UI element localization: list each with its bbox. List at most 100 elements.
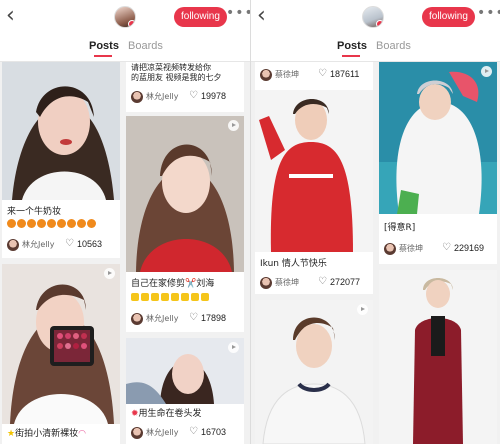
emoji-row xyxy=(7,219,117,231)
like-count: 16703 xyxy=(201,427,227,437)
post-meta: 蔡徐坤 ♡ 229169 xyxy=(384,242,494,256)
tab-posts[interactable]: Posts xyxy=(337,40,367,52)
play-icon[interactable] xyxy=(228,120,239,131)
star-emoji-icon xyxy=(171,293,179,301)
post-card[interactable]: [得意R] 蔡徐坤 ♡ 229169 xyxy=(379,62,497,264)
more-icon[interactable]: ••• xyxy=(226,5,250,21)
avatar[interactable] xyxy=(131,427,143,439)
like-count: 17898 xyxy=(201,313,227,323)
tab-boards[interactable]: Boards xyxy=(376,40,411,52)
post-meta: 蔡徐坤 ♡ 187611 xyxy=(260,68,370,82)
heart-icon[interactable]: ♡ xyxy=(189,426,198,437)
like-count: 272077 xyxy=(330,277,361,287)
post-caption: Ikun 情人节快乐 xyxy=(260,259,327,269)
like-count: 229169 xyxy=(454,243,485,253)
post-image xyxy=(126,338,244,404)
like-count: 19978 xyxy=(201,91,227,101)
orange-emoji-icon xyxy=(7,219,16,228)
username[interactable]: 林允Jelly xyxy=(146,313,178,324)
post-caption: ★街拍小清新裸妆◠ xyxy=(7,429,86,439)
post-image xyxy=(379,270,497,444)
post-image xyxy=(126,116,244,272)
post-meta: 林允Jelly ♡ 10563 xyxy=(7,238,117,252)
post-card[interactable] xyxy=(255,300,373,444)
username[interactable]: 林允Jelly xyxy=(146,427,178,438)
like-count: 10563 xyxy=(77,239,103,249)
avatar[interactable] xyxy=(362,6,384,28)
post-caption: [得意R] xyxy=(384,223,416,233)
orange-emoji-icon xyxy=(87,219,96,228)
post-card[interactable]: 来一个牛奶妆 林允Jelly ♡ 10563 xyxy=(2,62,120,258)
post-meta: 林允Jelly ♡ 16703 xyxy=(131,426,241,440)
avatar[interactable] xyxy=(260,277,272,289)
heart-icon[interactable]: ♡ xyxy=(189,90,198,101)
play-icon[interactable] xyxy=(357,304,368,315)
post-card[interactable]: 蔡徐坤 ♡ 187611 Ikun 情人节快乐 蔡徐坤 ♡ 272077 xyxy=(255,62,373,294)
username[interactable]: 蔡徐坤 xyxy=(399,243,423,254)
post-meta: 林允Jelly ♡ 19978 xyxy=(131,90,241,104)
tab-bar: Posts Boards xyxy=(251,34,500,62)
heart-icon[interactable]: ♡ xyxy=(442,242,451,253)
active-tab-underline xyxy=(342,55,360,57)
heart-icon[interactable]: ♡ xyxy=(318,276,327,287)
back-icon[interactable]: ‹ xyxy=(257,5,275,27)
post-card[interactable] xyxy=(379,270,497,444)
star-emoji-icon xyxy=(201,293,209,301)
following-button[interactable]: following xyxy=(422,7,475,27)
avatar[interactable] xyxy=(384,243,396,255)
verified-badge xyxy=(128,20,135,27)
avatar[interactable] xyxy=(131,91,143,103)
play-icon[interactable] xyxy=(104,268,115,279)
sparkle-emoji-icon: ★ xyxy=(7,429,16,439)
star-emoji-icon xyxy=(141,293,149,301)
post-caption: 的蓝朋友 视频是我的七夕 xyxy=(131,73,222,82)
username[interactable]: 林允Jelly xyxy=(146,91,178,102)
orange-emoji-icon xyxy=(67,219,76,228)
post-meta: 蔡徐坤 ♡ 272077 xyxy=(260,276,370,290)
post-card[interactable]: ★街拍小清新裸妆◠ xyxy=(2,264,120,444)
post-card[interactable]: 请把凉菜视频转发给你 的蓝朋友 视频是我的七夕 林允Jelly ♡ 19978 xyxy=(126,62,244,112)
more-icon[interactable]: ••• xyxy=(477,5,500,21)
heart-icon[interactable]: ♡ xyxy=(318,68,327,79)
post-card[interactable]: 自己在家修剪✂️刘海 林允Jelly ♡ 17898 xyxy=(126,116,244,332)
avatar[interactable] xyxy=(131,313,143,325)
post-image xyxy=(2,62,120,200)
like-count: 187611 xyxy=(330,69,360,79)
orange-emoji-icon xyxy=(57,219,66,228)
post-caption: 来一个牛奶妆 xyxy=(7,207,62,217)
play-icon[interactable] xyxy=(481,66,492,77)
star-emoji-icon xyxy=(131,293,139,301)
post-image xyxy=(379,62,497,214)
active-tab-underline xyxy=(94,55,112,57)
avatar[interactable] xyxy=(7,239,19,251)
play-icon[interactable] xyxy=(228,342,239,353)
app-root: ‹ following ••• Posts Boards 来一个牛奶妆 xyxy=(0,0,500,444)
following-button[interactable]: following xyxy=(174,7,227,27)
top-bar: ‹ following ••• xyxy=(0,0,250,34)
post-card[interactable]: ✹用生命在卷头发 林允Jelly ♡ 16703 xyxy=(126,338,244,444)
username[interactable]: 蔡徐坤 xyxy=(275,69,299,80)
orange-emoji-icon xyxy=(37,219,46,228)
tab-bar: Posts Boards xyxy=(0,34,250,62)
avatar[interactable] xyxy=(114,6,136,28)
orange-emoji-icon xyxy=(77,219,86,228)
star-emoji-icon xyxy=(151,293,159,301)
post-caption: 自己在家修剪✂️刘海 xyxy=(131,279,215,289)
tab-posts[interactable]: Posts xyxy=(89,40,119,52)
heart-icon[interactable]: ♡ xyxy=(65,238,74,249)
back-icon[interactable]: ‹ xyxy=(6,5,24,27)
heart-icon[interactable]: ♡ xyxy=(189,312,198,323)
emoji-row xyxy=(131,292,241,304)
post-image xyxy=(255,90,373,252)
profile-panel-left: ‹ following ••• Posts Boards 来一个牛奶妆 xyxy=(0,0,250,444)
avatar[interactable] xyxy=(260,69,272,81)
fire-emoji-icon: ✹ xyxy=(131,409,139,419)
top-bar: ‹ following ••• xyxy=(251,0,500,34)
post-caption: ✹用生命在卷头发 xyxy=(131,409,202,419)
username[interactable]: 林允Jelly xyxy=(22,239,54,250)
profile-panel-right: ‹ following ••• Posts Boards 蔡徐坤 ♡ 18761… xyxy=(250,0,500,444)
post-meta: 林允Jelly ♡ 17898 xyxy=(131,312,241,326)
verified-badge xyxy=(376,20,383,27)
tab-boards[interactable]: Boards xyxy=(128,40,163,52)
username[interactable]: 蔡徐坤 xyxy=(275,277,299,288)
